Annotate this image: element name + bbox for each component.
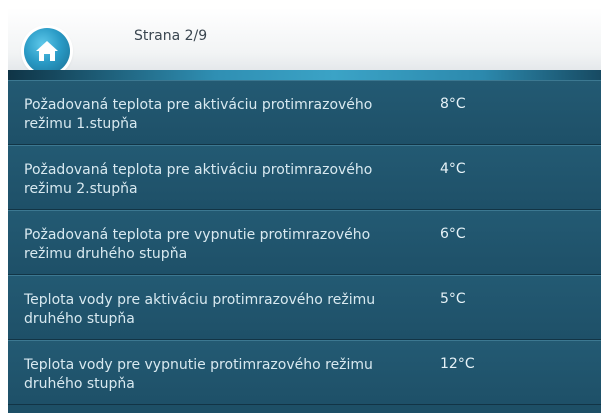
setting-value[interactable]: 8°C [440,96,466,112]
home-button[interactable] [24,28,70,74]
setting-row-water-temp-activation[interactable]: Teplota vody pre aktiváciu protimrazovéh… [8,275,601,340]
setting-label: Požadovaná teplota pre aktiváciu protimr… [24,162,373,197]
setting-label: Požadovaná teplota pre aktiváciu protimr… [24,97,373,132]
header-divider [8,70,601,80]
settings-screen: Strana 2/9 Požadovaná teplota pre aktivá… [8,8,601,413]
home-icon [36,41,58,61]
setting-row-water-temp-deactivation[interactable]: Teplota vody pre vypnutie protimrazového… [8,340,601,405]
settings-list: Požadovaná teplota pre aktiváciu protimr… [8,80,601,405]
setting-row-frost-stage2-activation[interactable]: Požadovaná teplota pre aktiváciu protimr… [8,145,601,210]
setting-value[interactable]: 12°C [440,356,475,372]
header-bar: Strana 2/9 [8,8,601,74]
setting-row-frost-stage1-activation[interactable]: Požadovaná teplota pre aktiváciu protimr… [8,80,601,145]
setting-row-frost-stage2-deactivation[interactable]: Požadovaná teplota pre vypnutie protimra… [8,210,601,275]
setting-label: Požadovaná teplota pre vypnutie protimra… [24,227,371,262]
setting-value[interactable]: 6°C [440,226,466,242]
setting-value[interactable]: 4°C [440,161,466,177]
setting-value[interactable]: 5°C [440,291,466,307]
page-indicator: Strana 2/9 [134,28,208,44]
setting-label: Teplota vody pre vypnutie protimrazového… [24,357,373,392]
setting-label: Teplota vody pre aktiváciu protimrazovéh… [24,292,376,327]
